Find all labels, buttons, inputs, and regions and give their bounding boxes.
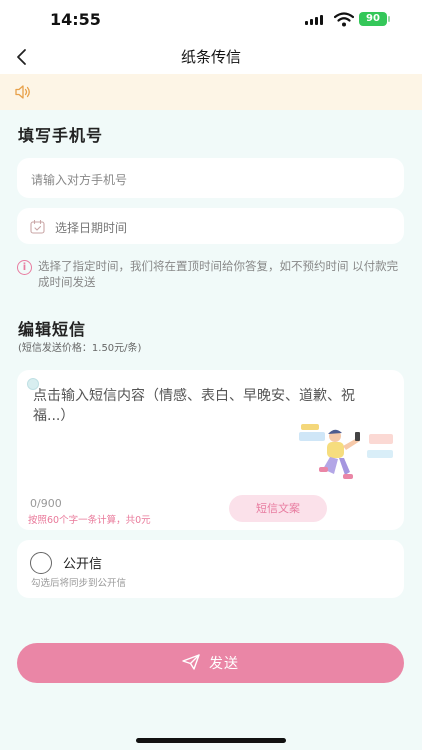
date-placeholder: 选择日期时间	[55, 221, 128, 235]
public-letter-label: 公开信	[63, 557, 103, 572]
billing-rule: 按照60个字一条计算，共0元	[28, 515, 151, 526]
sms-price: (短信发送价格：1.50元/条)	[18, 343, 142, 354]
main-content: 填写手机号 请输入对方手机号 选择日期时间 i 选择了指定时间，我们将在置顶时间…	[0, 110, 422, 750]
sms-template-button[interactable]: 短信文案	[229, 495, 327, 522]
send-icon	[182, 654, 200, 670]
wifi-icon	[334, 12, 354, 27]
schedule-notice-text: 选择了指定时间，我们将在置顶时间给你答复，如不预约时间 以付款完成时间发送	[38, 259, 399, 289]
info-icon: i	[17, 260, 32, 275]
sms-content-card: 点击输入短信内容（情感、表白、早晚安、道歉、祝福...） 0/900 按照60个…	[17, 370, 404, 530]
page-title: 纸条传信	[180, 48, 241, 66]
girl-with-phone-illustration	[299, 424, 393, 479]
cellular-signal-icon	[305, 15, 323, 25]
battery-icon: 90	[359, 12, 387, 26]
battery-cap	[388, 16, 390, 22]
notice-bar	[0, 74, 422, 110]
phone-input[interactable]: 请输入对方手机号	[17, 158, 404, 198]
calendar-icon	[30, 220, 45, 234]
char-counter: 0/900	[30, 497, 62, 510]
public-letter-radio[interactable]	[30, 552, 52, 574]
back-icon[interactable]	[12, 46, 34, 68]
home-indicator[interactable]	[136, 738, 286, 743]
phone-section-title: 填写手机号	[18, 126, 104, 145]
public-letter-hint: 勾选后将同步到公开信	[31, 578, 127, 589]
speaker-icon	[15, 85, 30, 99]
sms-section-title: 编辑短信	[18, 320, 87, 339]
send-button-label: 发送	[209, 656, 239, 672]
send-button[interactable]: 发送	[17, 643, 404, 683]
date-time-picker[interactable]: 选择日期时间	[17, 208, 404, 244]
status-bar: 14:55 90	[0, 0, 422, 40]
phone-input-placeholder: 请输入对方手机号	[31, 173, 128, 187]
public-letter-option[interactable]: 公开信 勾选后将同步到公开信	[17, 540, 404, 598]
status-time: 14:55	[50, 10, 101, 29]
nav-bar: 纸条传信	[0, 40, 422, 74]
